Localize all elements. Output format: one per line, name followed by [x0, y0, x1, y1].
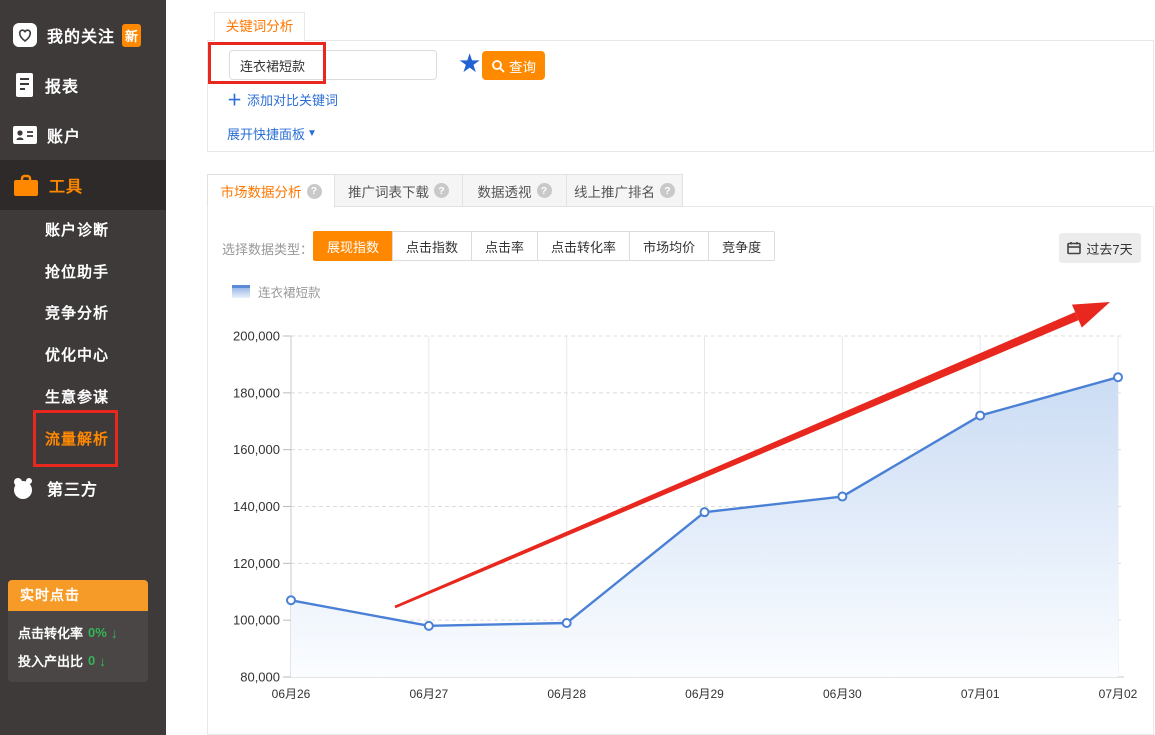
- new-badge: 新: [122, 24, 141, 47]
- data-type-competition[interactable]: 竞争度: [708, 231, 775, 261]
- realtime-click-panel: 实时点击 点击转化率 0% ↓ 投入产出比 0 ↓: [8, 580, 148, 682]
- tab-label: 线上推广排名: [574, 181, 655, 201]
- analysis-tab-bar: 市场数据分析 ? 推广词表下载 ? 数据透视 ? 线上推广排名 ?: [207, 174, 683, 207]
- data-point: [425, 622, 433, 630]
- x-tick-label: 06月28: [547, 687, 586, 701]
- y-tick-label: 120,000: [233, 556, 280, 571]
- calendar-icon: [1067, 241, 1081, 255]
- heart-icon: [12, 22, 38, 48]
- tab-market-data-analysis[interactable]: 市场数据分析 ?: [207, 174, 335, 208]
- keyword-input[interactable]: [229, 50, 437, 80]
- tab-label: 推广词表下载: [348, 181, 429, 201]
- expand-quick-panel-label: 展开快捷面板: [227, 124, 305, 143]
- help-icon[interactable]: ?: [307, 184, 322, 199]
- trend-down-icon: ↓: [99, 653, 106, 669]
- realtime-panel-title: 实时点击: [8, 580, 148, 611]
- trend-arrow-head: [1072, 302, 1110, 328]
- query-button[interactable]: 查询: [482, 51, 545, 80]
- x-tick-label: 06月27: [409, 687, 448, 701]
- sidebar-item-third-party[interactable]: 第三方: [0, 463, 166, 513]
- impression-index-line-chart: 80,000 100,000 120,000 140,000 160,000 180,00…: [166, 300, 1155, 735]
- data-type-impression-index[interactable]: 展现指数: [313, 231, 393, 261]
- tab-label: 数据透视: [478, 181, 532, 201]
- favorite-star-icon[interactable]: ★: [458, 48, 481, 78]
- tab-online-promo-ranking[interactable]: 线上推广排名 ?: [566, 174, 683, 207]
- sidebar-subitem-optimization-center[interactable]: 优化中心: [45, 347, 109, 365]
- data-point: [976, 412, 984, 420]
- y-tick-label: 100,000: [233, 613, 280, 628]
- sidebar-item-label: 第三方: [47, 476, 98, 500]
- realtime-row-roi: 投入产出比 0 ↓: [18, 651, 138, 670]
- x-tick-label: 07月02: [1099, 687, 1138, 701]
- data-point: [1114, 373, 1122, 381]
- date-range-label: 过去7天: [1086, 239, 1132, 258]
- realtime-row-conversion: 点击转化率 0% ↓: [18, 623, 138, 642]
- metric-value: 0%: [88, 625, 107, 640]
- sidebar-subitem-traffic-analysis[interactable]: 流量解析: [45, 431, 109, 449]
- sidebar-subitem-business-advisor[interactable]: 生意参谋: [45, 389, 109, 407]
- trend-down-icon: ↓: [111, 625, 118, 641]
- sidebar-item-tools[interactable]: 工具: [0, 160, 166, 210]
- tab-keyword-analysis[interactable]: 关键词分析: [214, 12, 305, 41]
- data-type-market-average-price[interactable]: 市场均价: [629, 231, 709, 261]
- realtime-panel-body: 点击转化率 0% ↓ 投入产出比 0 ↓: [8, 611, 148, 682]
- plus-icon: ＋: [227, 89, 242, 110]
- sidebar-item-label: 报表: [45, 73, 79, 97]
- y-tick-label: 160,000: [233, 442, 280, 457]
- sidebar-subitem-competition-analysis[interactable]: 竞争分析: [45, 305, 109, 323]
- tab-data-perspective[interactable]: 数据透视 ?: [462, 174, 567, 207]
- data-point: [838, 493, 846, 501]
- date-range-button[interactable]: 过去7天: [1059, 233, 1141, 263]
- add-compare-keyword-link[interactable]: ＋ 添加对比关键词: [227, 89, 338, 110]
- help-icon[interactable]: ?: [434, 183, 449, 198]
- tab-label: 市场数据分析: [221, 181, 302, 201]
- legend-swatch: [232, 285, 250, 298]
- data-type-button-group: 展现指数 点击指数 点击率 点击转化率 市场均价 竞争度: [313, 231, 775, 261]
- report-icon: [12, 72, 36, 98]
- data-point: [287, 596, 295, 604]
- x-tick-label: 06月29: [685, 687, 724, 701]
- metric-label: 投入产出比: [18, 651, 83, 670]
- y-tick-label: 180,000: [233, 385, 280, 400]
- legend-item[interactable]: 连衣裙短款: [232, 282, 321, 301]
- data-type-label: 选择数据类型：: [222, 239, 313, 258]
- data-type-click-rate[interactable]: 点击率: [471, 231, 538, 261]
- briefcase-icon: [12, 173, 40, 198]
- help-icon[interactable]: ?: [537, 183, 552, 198]
- sidebar-item-reports[interactable]: 报表: [0, 60, 166, 110]
- sidebar: 我的关注 新 报表 账户 工具 账户诊断 抢位助手 竞争分析 优化中心 生意参谋…: [0, 0, 166, 735]
- data-point: [701, 508, 709, 516]
- expand-quick-panel-link[interactable]: 展开快捷面板 ▼: [227, 124, 317, 143]
- sphere-icon: [10, 474, 38, 502]
- legend-label: 连衣裙短款: [258, 282, 321, 301]
- sidebar-item-my-follow[interactable]: 我的关注 新: [0, 10, 166, 60]
- sidebar-item-label: 账户: [47, 123, 81, 147]
- sidebar-subitem-position-assistant[interactable]: 抢位助手: [45, 264, 109, 282]
- tab-promo-wordlist-download[interactable]: 推广词表下载 ?: [334, 174, 463, 207]
- metric-label: 点击转化率: [18, 623, 83, 642]
- search-icon: [491, 59, 505, 73]
- y-tick-label: 80,000: [240, 670, 280, 685]
- x-tick-label: 06月26: [272, 687, 311, 701]
- data-type-click-conversion-rate[interactable]: 点击转化率: [537, 231, 630, 261]
- y-tick-label: 200,000: [233, 329, 280, 344]
- sidebar-item-label: 我的关注: [47, 23, 115, 47]
- metric-value: 0: [88, 653, 95, 668]
- query-button-label: 查询: [509, 56, 536, 76]
- data-type-click-index[interactable]: 点击指数: [392, 231, 472, 261]
- add-compare-keyword-label: 添加对比关键词: [247, 90, 338, 109]
- x-tick-label: 07月01: [961, 687, 1000, 701]
- account-card-icon: [12, 124, 38, 146]
- chevron-down-icon: ▼: [307, 128, 317, 139]
- sidebar-item-account[interactable]: 账户: [0, 110, 166, 160]
- sidebar-item-label: 工具: [49, 173, 83, 197]
- y-tick-label: 140,000: [233, 499, 280, 514]
- help-icon[interactable]: ?: [660, 183, 675, 198]
- data-point: [563, 619, 571, 627]
- sidebar-subitem-account-diagnosis[interactable]: 账户诊断: [45, 222, 109, 240]
- x-tick-label: 06月30: [823, 687, 862, 701]
